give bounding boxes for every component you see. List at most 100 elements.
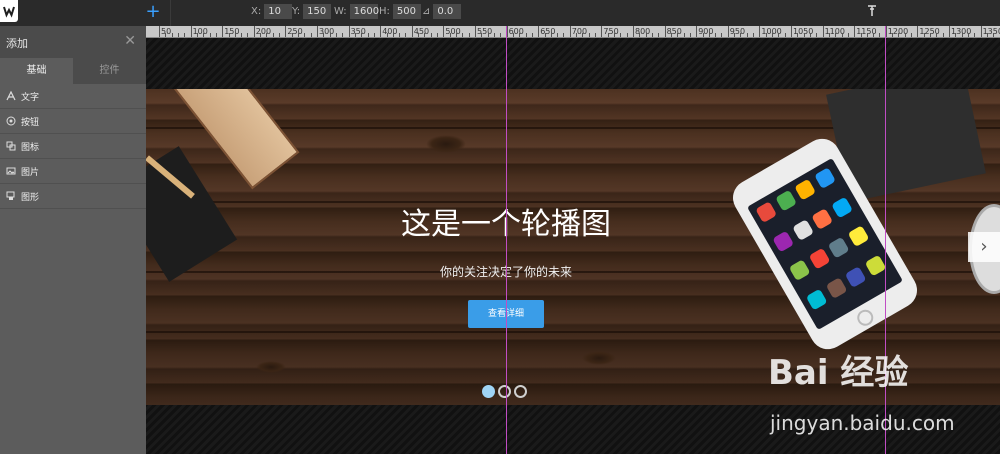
- tab-basic[interactable]: 基础: [0, 58, 73, 84]
- list-item-label: 文字: [21, 92, 40, 103]
- ruler-minor-tick: [582, 33, 584, 37]
- ruler-minor-tick: [361, 33, 363, 37]
- ruler-label: 750: [603, 27, 619, 36]
- ruler-minor-tick: [260, 33, 262, 37]
- ruler-minor-tick: [658, 33, 660, 37]
- ruler-minor-tick: [329, 33, 331, 37]
- ruler-minor-tick: [304, 33, 306, 37]
- ruler-label: 350: [350, 27, 366, 36]
- ruler-label: 850: [666, 27, 682, 36]
- ruler-minor-tick: [209, 33, 211, 37]
- ruler-minor-tick: [847, 33, 849, 37]
- ruler-minor-tick: [335, 33, 337, 37]
- x-input[interactable]: 10: [264, 4, 293, 19]
- logo-icon: [3, 6, 15, 18]
- ruler-minor-tick: [241, 33, 243, 37]
- ruler-minor-tick: [784, 33, 786, 37]
- ruler-minor-tick: [512, 33, 514, 37]
- ruler-label: 650: [540, 27, 556, 36]
- ruler-minor-tick: [651, 33, 653, 37]
- element-list: 文字 按钮 图标 图片 图形: [0, 84, 146, 209]
- carousel-dot-1[interactable]: [482, 385, 495, 398]
- ruler-minor-tick: [184, 33, 186, 37]
- ruler-tick: [190, 26, 192, 37]
- y-input[interactable]: 150: [303, 4, 332, 19]
- list-item-button[interactable]: 按钮: [0, 109, 146, 134]
- list-item-text[interactable]: 文字: [0, 84, 146, 109]
- add-element-button[interactable]: +: [144, 2, 162, 22]
- ruler-minor-tick: [721, 33, 723, 37]
- ruler-tick: [854, 26, 856, 37]
- ruler-label: 800: [635, 27, 651, 36]
- ruler-tick: [380, 26, 382, 37]
- ruler-label: 500: [445, 27, 461, 36]
- app-logo[interactable]: [0, 0, 18, 22]
- ruler-minor-tick: [272, 33, 274, 37]
- ruler-minor-tick: [399, 33, 401, 37]
- ruler-minor-tick: [234, 33, 236, 37]
- ruler-minor-tick: [778, 33, 780, 37]
- carousel-dot-3[interactable]: [514, 385, 527, 398]
- carousel-dot-2[interactable]: [498, 385, 511, 398]
- ruler-minor-tick: [531, 33, 533, 37]
- ruler-label: 400: [382, 27, 398, 36]
- w-input[interactable]: 1600: [349, 4, 379, 19]
- ruler-tick: [664, 26, 666, 37]
- ruler-minor-tick: [860, 33, 862, 37]
- tab-controls[interactable]: 控件: [73, 58, 146, 84]
- carousel-indicators: [482, 385, 527, 398]
- watermark-logo-text: Bai 经验: [768, 353, 909, 393]
- ruler-minor-tick: [177, 33, 179, 37]
- ruler-minor-tick: [481, 33, 483, 37]
- ruler-minor-tick: [266, 33, 268, 37]
- ruler-minor-tick: [392, 33, 394, 37]
- ruler-minor-tick: [557, 33, 559, 37]
- ruler-minor-tick: [797, 33, 799, 37]
- ruler-minor-tick: [310, 33, 312, 37]
- close-icon[interactable]: ✕: [124, 33, 136, 49]
- ruler-minor-tick: [689, 33, 691, 37]
- ruler-minor-tick: [367, 33, 369, 37]
- h-input[interactable]: 500: [392, 4, 421, 19]
- ruler-minor-tick: [967, 33, 969, 37]
- button-icon: [6, 116, 16, 126]
- ruler-tick: [285, 26, 287, 37]
- ruler-minor-tick: [740, 33, 742, 37]
- ruler-minor-tick: [898, 33, 900, 37]
- ruler-minor-tick: [746, 33, 748, 37]
- ruler-minor-tick: [879, 33, 881, 37]
- ruler-minor-tick: [986, 33, 988, 37]
- list-item-icon[interactable]: 图标: [0, 134, 146, 159]
- ruler-tick: [822, 26, 824, 37]
- list-item-label: 图形: [21, 192, 40, 203]
- ruler-minor-tick: [892, 33, 894, 37]
- ruler-minor-tick: [923, 33, 925, 37]
- ruler-minor-tick: [500, 33, 502, 37]
- ruler-minor-tick: [974, 33, 976, 37]
- x-coord: X: 10: [251, 4, 293, 19]
- ruler-tick: [222, 26, 224, 37]
- ruler-minor-tick: [247, 33, 249, 37]
- ruler-minor-tick: [468, 33, 470, 37]
- ruler-minor-tick: [936, 33, 938, 37]
- ruler-label: 200: [255, 27, 272, 36]
- ruler-minor-tick: [809, 33, 811, 37]
- ruler-minor-tick: [993, 33, 995, 37]
- list-item-image[interactable]: 图片: [0, 159, 146, 184]
- list-item-label: 按钮: [21, 117, 40, 128]
- ruler-tick: [348, 26, 350, 37]
- ruler-minor-tick: [803, 33, 805, 37]
- ruler-minor-tick: [765, 33, 767, 37]
- ruler-minor-tick: [683, 33, 685, 37]
- list-item-label: 图标: [21, 142, 40, 153]
- ruler-minor-tick: [203, 33, 205, 37]
- next-arrow-button[interactable]: ›: [968, 232, 1000, 262]
- pin-cursor-icon[interactable]: [866, 3, 878, 17]
- vertical-guide-line[interactable]: [506, 26, 507, 454]
- horizontal-ruler: 50 100 150 200 250 300 350 400 450 500 550 600 650 70…: [146, 26, 1000, 38]
- rotation-input[interactable]: 0.0: [433, 4, 462, 19]
- list-item-shape[interactable]: 图形: [0, 184, 146, 209]
- ruler-label: 900: [698, 27, 714, 36]
- ruler-minor-tick: [588, 33, 590, 37]
- ruler-tick: [253, 26, 255, 37]
